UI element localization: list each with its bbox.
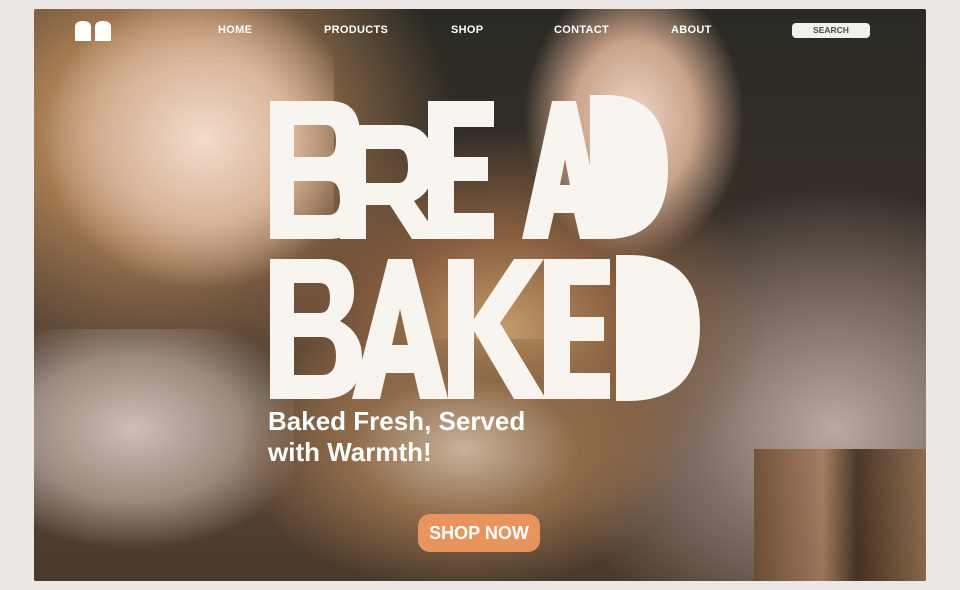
headline-word-baked bbox=[270, 255, 700, 401]
hero-background-board bbox=[754, 449, 926, 581]
shop-now-button[interactable]: SHOP NOW bbox=[418, 514, 540, 552]
nav-contact-link[interactable]: CONTACT bbox=[554, 24, 609, 36]
search-button[interactable]: SEARCH bbox=[792, 23, 870, 38]
hero-tagline: Baked Fresh, Served with Warmth! bbox=[268, 406, 628, 468]
headline-word-bread bbox=[270, 95, 668, 239]
top-navigation: HOME PRODUCTS SHOP CONTACT ABOUT SEARCH bbox=[34, 9, 926, 53]
nav-about-link[interactable]: ABOUT bbox=[671, 24, 712, 36]
hero-headline bbox=[270, 95, 700, 401]
nav-products-link[interactable]: PRODUCTS bbox=[324, 24, 388, 36]
hero-tagline-line-1: Baked Fresh, Served bbox=[268, 406, 526, 436]
nav-home-link[interactable]: HOME bbox=[218, 24, 252, 36]
book-logo-icon[interactable] bbox=[74, 21, 114, 41]
nav-shop-link[interactable]: SHOP bbox=[451, 24, 483, 36]
hero-tagline-line-2: with Warmth! bbox=[268, 437, 432, 467]
hero-section: HOME PRODUCTS SHOP CONTACT ABOUT SEARCH … bbox=[34, 9, 926, 581]
